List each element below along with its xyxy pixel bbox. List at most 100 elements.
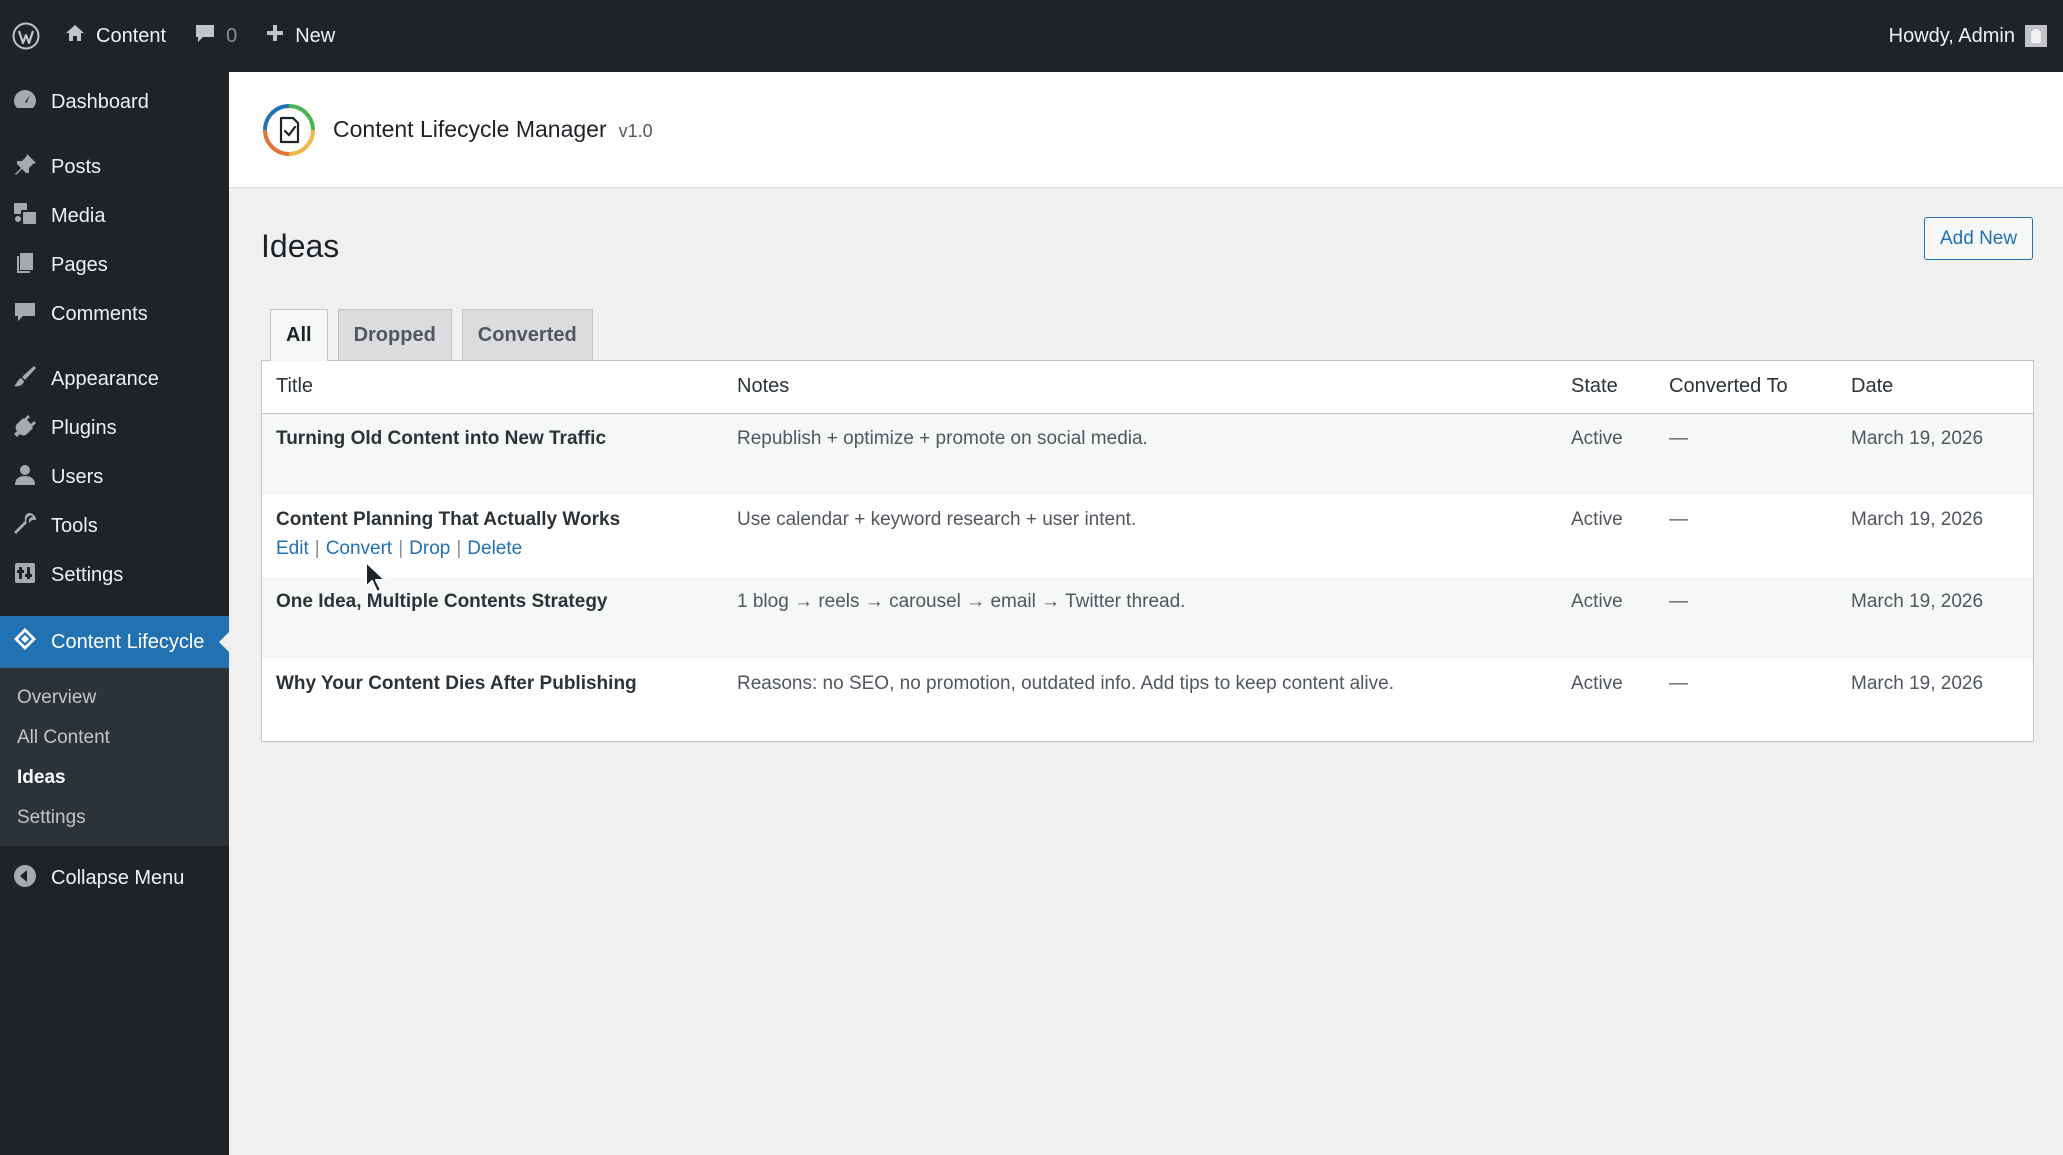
column-header-title: Title [262, 361, 723, 414]
dashboard-icon [12, 87, 38, 119]
user-icon [12, 462, 38, 494]
avatar [2025, 25, 2047, 47]
comments-link[interactable]: 0 [180, 0, 251, 72]
idea-date: March 19, 2026 [1851, 509, 1984, 530]
tab-dropped[interactable]: Dropped [337, 309, 452, 360]
submenu-item-overview[interactable]: Overview [0, 678, 229, 718]
settings-icon [12, 560, 38, 592]
sidebar-item-tools[interactable]: Tools [0, 502, 229, 551]
idea-converted-to: — [1669, 427, 1688, 449]
submenu-item-settings[interactable]: Settings [0, 798, 229, 838]
idea-converted-to: — [1669, 673, 1688, 694]
idea-notes: Republish + optimize + promote on social… [737, 427, 1148, 449]
idea-state: Active [1571, 673, 1623, 694]
sidebar-item-posts[interactable]: Posts [0, 143, 229, 192]
add-new-button[interactable]: Add New [1924, 217, 2034, 260]
idea-title[interactable]: Why Your Content Dies After Publishing [262, 659, 723, 741]
pin-icon [12, 152, 38, 184]
sidebar-item-appearance[interactable]: Appearance [0, 355, 229, 404]
sidebar-item-label: Appearance [51, 368, 159, 390]
separator: | [314, 538, 320, 559]
table-row: One Idea, Multiple Contents Strategy 1 b… [262, 577, 2033, 659]
lifecycle-icon [12, 626, 38, 658]
separator: | [456, 538, 462, 559]
idea-date: March 19, 2026 [1851, 591, 1984, 612]
mouse-cursor-icon [365, 561, 386, 593]
my-account[interactable]: Howdy, Admin [1889, 25, 2051, 48]
sidebar-item-label: Pages [51, 254, 108, 276]
plugin-icon [12, 413, 38, 445]
filter-tabs: All Dropped Converted [270, 309, 593, 361]
page-title: Ideas [261, 228, 340, 264]
sidebar-item-settings[interactable]: Settings [0, 551, 229, 600]
idea-state: Active [1571, 509, 1623, 530]
wordpress-logo-icon[interactable] [12, 0, 50, 72]
table-row: Turning Old Content into New Traffic Rep… [262, 413, 2033, 495]
idea-state: Active [1571, 427, 1623, 449]
home-icon [64, 22, 86, 50]
table-header-row: Title Notes State Converted To Date [262, 361, 2033, 414]
media-icon [12, 201, 38, 233]
idea-title[interactable]: Content Planning That Actually Works [276, 509, 709, 531]
new-label: New [295, 24, 336, 47]
idea-notes: Use calendar + keyword research + user i… [737, 509, 1137, 530]
admin-bar: Content 0 New Howdy, Admin [0, 0, 2063, 72]
sidebar-item-content-lifecycle[interactable]: Content Lifecycle [0, 616, 229, 668]
sidebar-item-label: Posts [51, 156, 102, 178]
column-header-date: Date [1837, 361, 2033, 414]
sidebar-item-comments[interactable]: Comments [0, 290, 229, 339]
table-row: Content Planning That Actually Works Edi… [262, 495, 2033, 577]
comment-icon [12, 299, 38, 331]
table-row: Why Your Content Dies After Publishing R… [262, 659, 2033, 741]
tab-converted[interactable]: Converted [461, 309, 593, 360]
sidebar-item-label: Users [51, 466, 104, 488]
plugin-logo-icon [261, 102, 317, 158]
site-name-link[interactable]: Content [50, 0, 180, 72]
wrench-icon [12, 511, 38, 543]
separator: | [398, 538, 404, 559]
sidebar-item-label: Tools [51, 515, 98, 537]
sidebar-item-label: Content Lifecycle [51, 630, 205, 653]
column-header-notes: Notes [723, 361, 1557, 414]
idea-notes: 1 blog → reels → carousel → email → Twit… [737, 591, 1186, 612]
pages-icon [12, 250, 38, 282]
edit-link[interactable]: Edit [276, 538, 309, 559]
idea-notes: Reasons: no SEO, no promotion, outdated … [737, 673, 1394, 694]
sidebar-item-label: Comments [51, 303, 148, 325]
new-content-link[interactable]: New [251, 0, 349, 72]
sidebar-item-plugins[interactable]: Plugins [0, 404, 229, 453]
sidebar-item-dashboard[interactable]: Dashboard [0, 78, 229, 127]
submenu-item-ideas[interactable]: Ideas [0, 758, 229, 798]
collapse-icon [12, 863, 38, 895]
row-actions: Edit | Convert | Drop | Delete [276, 538, 709, 560]
idea-title[interactable]: Turning Old Content into New Traffic [262, 413, 723, 495]
submenu-item-all-content[interactable]: All Content [0, 718, 229, 758]
sidebar-item-users[interactable]: Users [0, 453, 229, 502]
sidebar-item-label: Dashboard [51, 91, 149, 113]
drop-link[interactable]: Drop [409, 538, 450, 559]
sidebar-item-label: Settings [51, 564, 124, 586]
ideas-table: Title Notes State Converted To Date Turn… [261, 360, 2034, 742]
column-header-converted-to: Converted To [1655, 361, 1837, 414]
comment-icon [194, 22, 216, 50]
idea-title-cell: Content Planning That Actually Works Edi… [262, 495, 723, 577]
idea-title[interactable]: One Idea, Multiple Contents Strategy [262, 577, 723, 659]
brush-icon [12, 364, 38, 396]
idea-converted-to: — [1669, 509, 1688, 530]
tab-all[interactable]: All [270, 309, 328, 361]
sidebar-item-label: Media [51, 205, 106, 227]
plugin-header: Content Lifecycle Manager v1.0 [229, 72, 2063, 188]
sidebar-item-media[interactable]: Media [0, 192, 229, 241]
column-header-state: State [1557, 361, 1655, 414]
sidebar-item-label: Plugins [51, 417, 117, 439]
collapse-menu-button[interactable]: Collapse Menu [0, 854, 229, 903]
plugin-title: Content Lifecycle Manager [333, 116, 607, 142]
plus-icon [265, 23, 285, 49]
content-lifecycle-submenu: Overview All Content Ideas Settings [0, 668, 229, 846]
convert-link[interactable]: Convert [326, 538, 393, 559]
idea-state: Active [1571, 591, 1623, 612]
plugin-version: v1.0 [618, 121, 653, 141]
greeting: Howdy, Admin [1888, 24, 2015, 47]
sidebar-item-pages[interactable]: Pages [0, 241, 229, 290]
delete-link[interactable]: Delete [467, 538, 522, 559]
